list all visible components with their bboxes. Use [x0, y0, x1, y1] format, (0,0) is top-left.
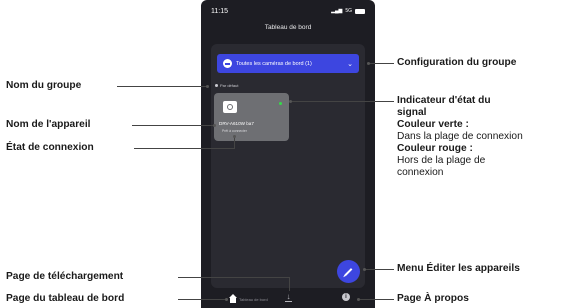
dashboard-panel: Toutes les caméras de bord (1) ⌄ Par déf…	[211, 44, 365, 288]
group-icon	[223, 59, 232, 68]
callout-group-config: Configuration du groupe	[397, 57, 517, 68]
signal-status-indicator	[279, 102, 282, 105]
leader-line	[358, 299, 394, 300]
phone-screen: 11:15 ▂▄▆ 5G Tableau de bord Toutes les …	[201, 0, 375, 308]
callout-dashboard-page: Page du tableau de bord	[6, 293, 125, 304]
callout-device-name: Nom de l'appareil	[6, 119, 91, 130]
leader-line	[290, 101, 394, 102]
callout-download-page: Page de téléchargement	[6, 271, 124, 282]
callout-signal-title-cont: signal	[397, 107, 427, 118]
leader-line	[117, 86, 207, 87]
leader-point	[363, 268, 366, 271]
network-label: 5G	[345, 8, 352, 14]
group-name: Par défaut	[215, 83, 238, 88]
battery-icon	[355, 8, 365, 14]
leader-point	[206, 85, 209, 88]
leader-line	[368, 63, 394, 64]
leader-line	[134, 148, 235, 149]
home-icon[interactable]	[228, 294, 238, 304]
callout-green-heading: Couleur verte :	[397, 119, 469, 130]
info-icon[interactable]: i	[342, 293, 350, 301]
edit-devices-button[interactable]	[337, 260, 360, 283]
callout-group-name: Nom du groupe	[6, 80, 82, 91]
callout-edit-devices: Menu Éditer les appareils	[397, 263, 520, 274]
callout-signal-title: Indicateur d'état du	[397, 95, 491, 106]
leader-line	[234, 137, 235, 149]
leader-point	[233, 135, 236, 138]
group-dot-icon	[215, 84, 218, 87]
nav-home-label: Tableau de bord	[239, 297, 268, 302]
pencil-icon	[344, 267, 353, 276]
chevron-down-icon[interactable]: ⌄	[347, 60, 353, 68]
download-icon[interactable]: ↓	[284, 292, 293, 303]
status-time: 11:15	[211, 8, 228, 15]
callout-about-page: Page À propos	[397, 293, 469, 304]
callout-red-text-cont: connexion	[397, 167, 444, 178]
device-card[interactable]: DRV-A610W ba7 Prêt à connecter	[214, 93, 289, 141]
leader-point	[213, 124, 216, 127]
callout-connection-state: État de connexion	[6, 142, 94, 153]
connection-status: Prêt à connecter	[222, 129, 247, 133]
leader-line	[178, 277, 289, 278]
camera-icon	[223, 101, 237, 113]
callout-green-text: Dans la plage de connexion	[397, 131, 523, 142]
group-name-label: Par défaut	[220, 83, 239, 88]
status-indicators: ▂▄▆ 5G	[331, 8, 365, 14]
group-selector-label: Toutes les caméras de bord (1)	[236, 60, 312, 67]
leader-line	[289, 277, 290, 291]
callout-red-text: Hors de la plage de	[397, 155, 486, 166]
leader-point	[357, 298, 360, 301]
leader-line	[132, 125, 214, 126]
leader-point	[225, 298, 228, 301]
page-title: Tableau de bord	[264, 24, 312, 31]
leader-line	[364, 269, 394, 270]
leader-point	[289, 100, 292, 103]
callout-red-heading: Couleur rouge :	[397, 143, 473, 154]
device-name: DRV-A610W ba7	[219, 121, 254, 126]
signal-icon: ▂▄▆	[331, 8, 343, 14]
leader-line	[178, 299, 226, 300]
leader-point	[367, 62, 370, 65]
group-selector[interactable]: Toutes les caméras de bord (1) ⌄	[217, 54, 359, 73]
